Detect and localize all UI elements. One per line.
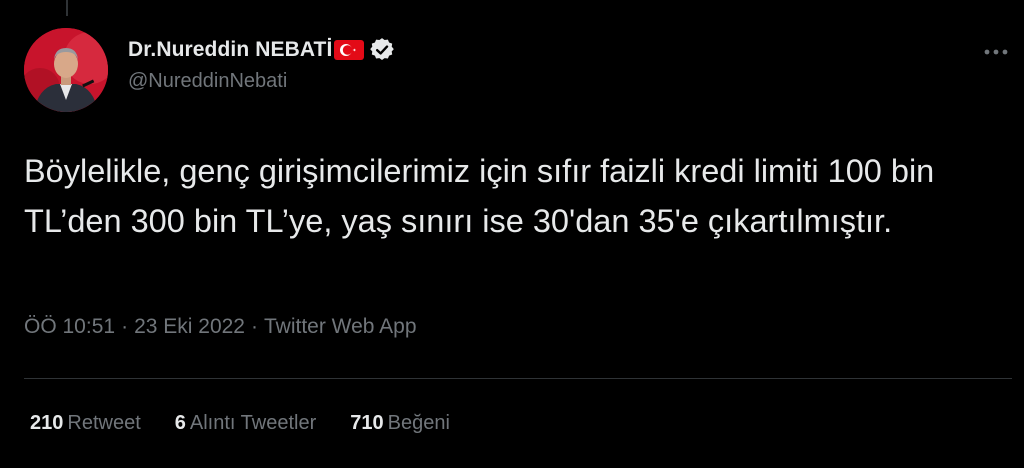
tweet-meta: ÖÖ 10:51 · 23 Eki 2022 · Twitter Web App (24, 315, 417, 339)
thread-connector-line (66, 0, 68, 16)
verified-badge-icon[interactable] (370, 38, 395, 62)
display-name[interactable]: Dr.Nureddin NEBATİ (128, 38, 332, 62)
divider (24, 378, 1012, 379)
author-names: Dr.Nureddin NEBATİ @NureddinNebati (128, 36, 395, 93)
meta-separator: · (250, 315, 258, 338)
quote-label: Alıntı Tweetler (189, 412, 317, 434)
author-handle[interactable]: @NureddinNebati (128, 70, 394, 93)
display-name-row: Dr.Nureddin NEBATİ (128, 36, 395, 64)
avatar-image (24, 28, 108, 112)
like-count: 710 (350, 412, 384, 434)
retweet-count: 210 (30, 412, 64, 434)
like-label: Beğeni (387, 412, 450, 434)
more-options-icon[interactable] (978, 42, 1014, 62)
quote-count: 6 (174, 412, 186, 434)
tweet-source[interactable]: Twitter Web App (264, 315, 417, 338)
tweet-time[interactable]: ÖÖ 10:51 (24, 315, 115, 338)
retweet-stat[interactable]: 210 Retweet (30, 412, 141, 435)
meta-separator: · (121, 315, 129, 338)
like-stat[interactable]: 710 Beğeni (350, 412, 450, 435)
turkey-flag-icon (334, 40, 365, 60)
tweet-header: Dr.Nureddin NEBATİ @NureddinNebati (24, 26, 1014, 112)
quote-stat[interactable]: 6 Alıntı Tweetler (175, 412, 316, 435)
avatar[interactable] (24, 28, 108, 112)
tweet-text: Böylelikle, genç girişimcilerimiz için s… (24, 153, 935, 239)
retweet-label: Retweet (67, 412, 141, 434)
tweet-date[interactable]: 23 Eki 2022 (134, 315, 245, 338)
tweet-stats: 210 Retweet 6 Alıntı Tweetler 710 Beğeni (30, 412, 484, 435)
